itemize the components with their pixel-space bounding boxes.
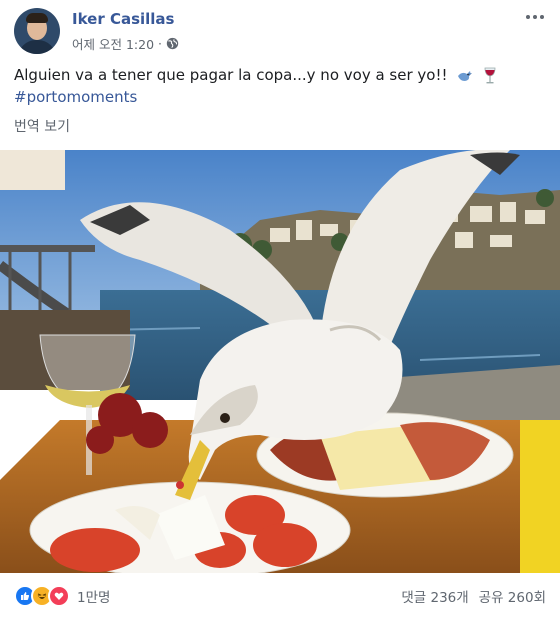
- post-body: Alguien va a tener que pagar la copa...y…: [14, 64, 546, 108]
- bird-emoji: [458, 70, 473, 81]
- timestamp[interactable]: 어제 오전 1:20: [72, 34, 154, 53]
- meta-separator: ·: [158, 36, 163, 51]
- reaction-count[interactable]: 1만명: [77, 586, 110, 606]
- reactions[interactable]: [14, 585, 70, 607]
- globe-icon: [166, 37, 179, 50]
- share-count[interactable]: 공유 260회: [479, 586, 546, 606]
- avatar[interactable]: [14, 8, 60, 54]
- post-header: Iker Casillas 어제 오전 1:20 ·: [14, 8, 546, 56]
- hashtag-link[interactable]: #portomoments: [14, 86, 546, 108]
- post-meta: 어제 오전 1:20 ·: [72, 34, 179, 53]
- wine-glass-emoji: [484, 67, 496, 83]
- love-icon: [48, 585, 70, 607]
- engagement-stats: 댓글 236개 공유 260회: [401, 586, 546, 606]
- translate-link[interactable]: 번역 보기: [14, 116, 70, 136]
- comment-count[interactable]: 댓글 236개: [401, 586, 468, 606]
- post-footer: 1만명 댓글 236개 공유 260회: [14, 573, 546, 619]
- author-name[interactable]: Iker Casillas: [72, 10, 174, 28]
- seagull-photo: [0, 150, 560, 573]
- more-options-icon[interactable]: [524, 10, 546, 24]
- post-photo[interactable]: [0, 150, 560, 573]
- post-text: Alguien va a tener que pagar la copa...y…: [14, 66, 448, 84]
